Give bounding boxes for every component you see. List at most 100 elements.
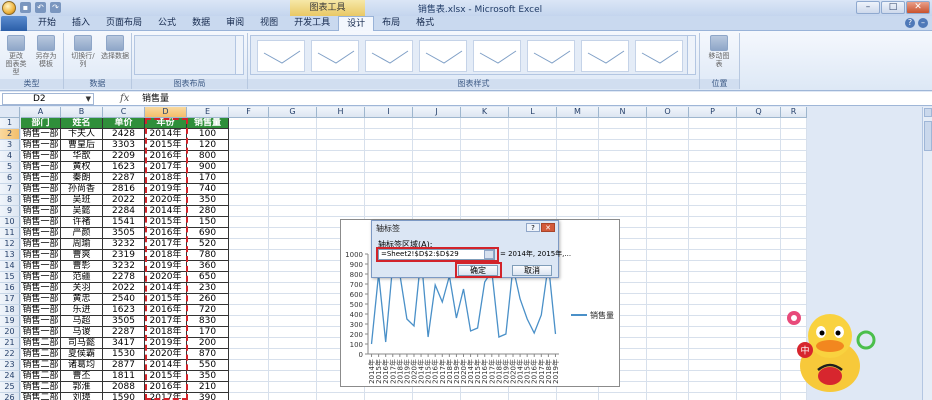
cell[interactable] xyxy=(599,206,647,217)
cell[interactable] xyxy=(737,338,781,349)
cell[interactable] xyxy=(461,151,509,162)
ribbon-minimize-icon[interactable]: – xyxy=(918,18,928,28)
cell[interactable]: 销售一部 xyxy=(21,162,61,173)
cell[interactable]: 部门 xyxy=(21,118,61,129)
cell[interactable] xyxy=(229,316,269,327)
column-header[interactable]: B xyxy=(61,107,103,118)
cell[interactable] xyxy=(737,217,781,228)
cell[interactable] xyxy=(599,195,647,206)
cell[interactable]: 2015年 xyxy=(145,294,187,305)
cell[interactable] xyxy=(647,283,689,294)
move-chart-button[interactable]: 移动图表 xyxy=(706,35,732,68)
cell[interactable] xyxy=(647,305,689,316)
cell[interactable] xyxy=(599,129,647,140)
row-header[interactable]: 18 xyxy=(0,305,20,316)
cell[interactable]: 2428 xyxy=(103,129,145,140)
cell[interactable] xyxy=(647,261,689,272)
cell[interactable] xyxy=(737,173,781,184)
cell[interactable] xyxy=(647,316,689,327)
dialog-help-button[interactable]: ? xyxy=(526,223,540,232)
cell[interactable]: 许褚 xyxy=(61,217,103,228)
row-header[interactable]: 21 xyxy=(0,338,20,349)
cell[interactable] xyxy=(647,371,689,382)
cell[interactable]: 2017年 xyxy=(145,316,187,327)
cell[interactable]: 2020年 xyxy=(145,272,187,283)
cell[interactable] xyxy=(557,162,599,173)
cell[interactable] xyxy=(269,349,317,360)
close-button[interactable]: ✕ xyxy=(906,1,930,14)
cell[interactable]: 2018年 xyxy=(145,327,187,338)
cell[interactable] xyxy=(737,261,781,272)
cell[interactable]: 吴班 xyxy=(61,195,103,206)
cell[interactable] xyxy=(647,272,689,283)
cell[interactable]: 单价 xyxy=(103,118,145,129)
cell[interactable] xyxy=(689,162,737,173)
cell[interactable] xyxy=(781,140,807,151)
row-header[interactable]: 19 xyxy=(0,316,20,327)
cell[interactable] xyxy=(317,173,365,184)
column-header[interactable]: G xyxy=(269,107,317,118)
cell[interactable]: 1811 xyxy=(103,371,145,382)
cell[interactable] xyxy=(647,250,689,261)
cell[interactable] xyxy=(781,239,807,250)
cell[interactable] xyxy=(229,140,269,151)
row-header[interactable]: 11 xyxy=(0,228,20,239)
cell[interactable] xyxy=(413,393,461,400)
cell[interactable] xyxy=(509,118,557,129)
cell[interactable]: 销售一部 xyxy=(21,250,61,261)
row-header[interactable]: 7 xyxy=(0,184,20,195)
chart-style-thumb[interactable] xyxy=(419,40,467,72)
cell[interactable] xyxy=(317,118,365,129)
cell[interactable] xyxy=(229,228,269,239)
vertical-scrollbar[interactable] xyxy=(922,107,932,400)
minimize-button[interactable]: – xyxy=(856,1,880,14)
cell[interactable]: 2016年 xyxy=(145,228,187,239)
row-header[interactable]: 14 xyxy=(0,261,20,272)
cell[interactable]: 1623 xyxy=(103,305,145,316)
cell[interactable]: 销售一部 xyxy=(21,327,61,338)
cell[interactable] xyxy=(647,140,689,151)
cell[interactable] xyxy=(317,195,365,206)
cell[interactable] xyxy=(461,195,509,206)
cell[interactable]: 2017年 xyxy=(145,162,187,173)
help-icon[interactable]: ? xyxy=(905,18,915,28)
cell[interactable]: 范疆 xyxy=(61,272,103,283)
cell[interactable]: 2877 xyxy=(103,360,145,371)
cell[interactable] xyxy=(781,129,807,140)
cell[interactable] xyxy=(737,151,781,162)
cell[interactable] xyxy=(365,173,413,184)
cell[interactable]: 1590 xyxy=(103,393,145,400)
cell[interactable] xyxy=(269,261,317,272)
cell[interactable]: 170 xyxy=(187,173,229,184)
cell[interactable] xyxy=(737,382,781,393)
cell[interactable]: 诸葛均 xyxy=(61,360,103,371)
cell[interactable] xyxy=(737,272,781,283)
cell[interactable]: 280 xyxy=(187,206,229,217)
cell[interactable] xyxy=(229,261,269,272)
tab-2[interactable]: 页面布局 xyxy=(98,16,150,31)
cell[interactable]: 2015年 xyxy=(145,371,187,382)
cell[interactable] xyxy=(461,140,509,151)
cell[interactable]: 2016年 xyxy=(145,382,187,393)
cell[interactable] xyxy=(557,151,599,162)
cell[interactable] xyxy=(229,195,269,206)
cell[interactable]: 3505 xyxy=(103,228,145,239)
cell[interactable] xyxy=(413,184,461,195)
cell[interactable] xyxy=(317,393,365,400)
cell[interactable]: 秦朗 xyxy=(61,173,103,184)
cell[interactable]: 2020年 xyxy=(145,195,187,206)
cell[interactable]: 210 xyxy=(187,382,229,393)
cell[interactable] xyxy=(269,162,317,173)
cell[interactable]: 2014年 xyxy=(145,129,187,140)
cell[interactable] xyxy=(269,316,317,327)
cell[interactable] xyxy=(269,206,317,217)
cell[interactable] xyxy=(689,173,737,184)
cell[interactable] xyxy=(689,393,737,400)
column-header[interactable]: P xyxy=(689,107,737,118)
cell[interactable]: 曹皇后 xyxy=(61,140,103,151)
cell[interactable]: 2022 xyxy=(103,283,145,294)
cell[interactable] xyxy=(689,129,737,140)
cell[interactable]: 720 xyxy=(187,305,229,316)
cell[interactable] xyxy=(737,250,781,261)
cell[interactable]: 2018年 xyxy=(145,250,187,261)
